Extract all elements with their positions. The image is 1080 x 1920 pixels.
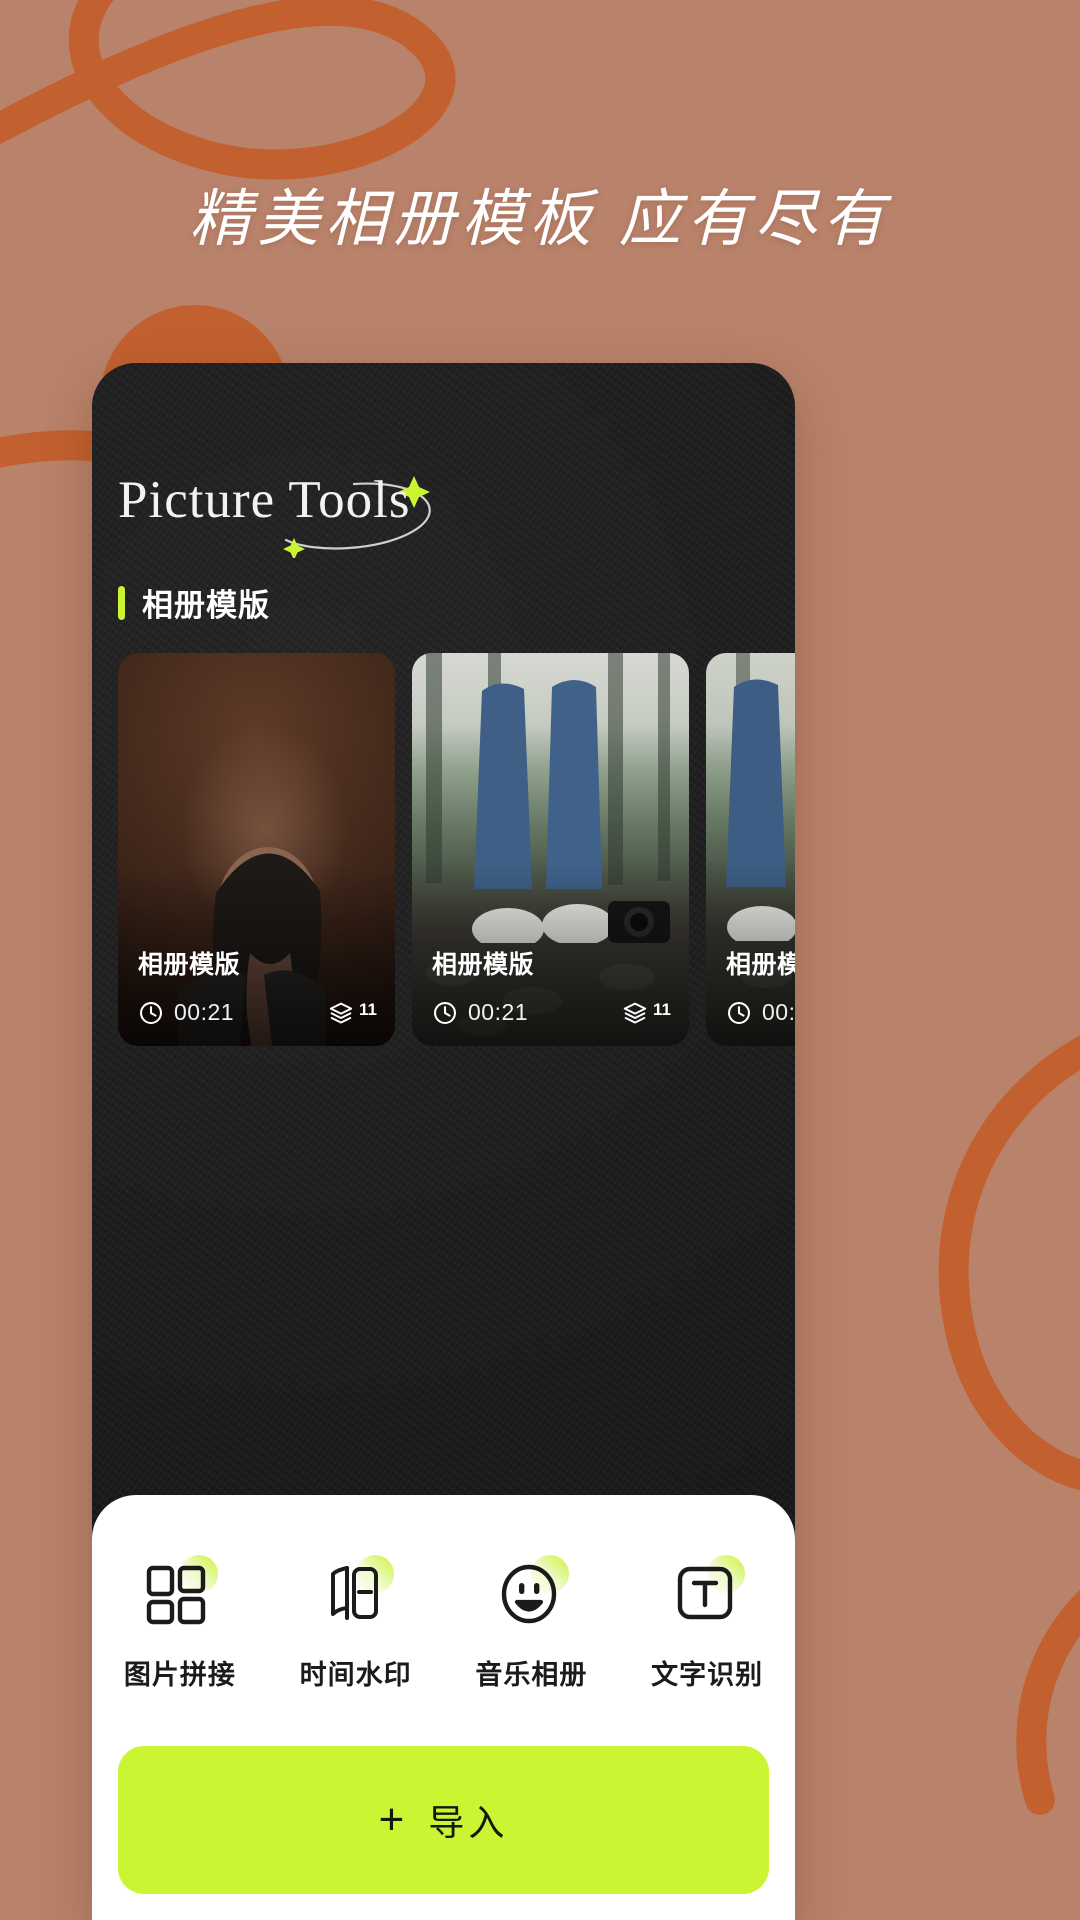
- bottom-panel: 图片拼接 时间水印 音乐相册 文字识别 + 导入: [92, 1495, 795, 1920]
- template-meta: 00:21 11: [432, 999, 671, 1026]
- layers-icon: [329, 1002, 353, 1024]
- template-title: 相册模版: [432, 951, 535, 979]
- import-button-label: 导入: [428, 1802, 509, 1843]
- app-logo: Picture Tools: [118, 466, 448, 558]
- template-card[interactable]: 相册模版 00:21: [706, 653, 795, 1046]
- layers-icon: [623, 1002, 647, 1024]
- tool-label: 时间水印: [299, 1660, 412, 1690]
- template-duration: 00:21: [762, 999, 795, 1025]
- section-accent-bar: [118, 585, 125, 620]
- smiley-icon: [456, 1547, 606, 1639]
- section-title: 相册模版: [142, 588, 270, 623]
- tool-item-collage[interactable]: 图片拼接: [105, 1547, 255, 1692]
- clock-icon: [728, 1001, 750, 1024]
- clock-icon: [434, 1001, 456, 1024]
- clock-icon: [140, 1001, 162, 1024]
- logo-text: Picture Tools: [118, 471, 411, 529]
- template-duration: 00:21: [174, 999, 235, 1025]
- template-meta: 00:21 11: [138, 999, 377, 1026]
- template-photo-count: 11: [359, 999, 377, 1019]
- template-card[interactable]: 相册模版 00:21: [412, 653, 689, 1046]
- template-photo-count: 11: [653, 999, 671, 1019]
- collage-icon: [105, 1547, 255, 1639]
- template-caption: 相册模版 00:21: [432, 945, 671, 1026]
- template-caption: 相册模版 00:21: [726, 945, 795, 1026]
- tool-grid: 图片拼接 时间水印 音乐相册 文字识别: [92, 1547, 795, 1692]
- plus-icon: +: [378, 1795, 405, 1844]
- template-title: 相册模版: [138, 951, 241, 979]
- tool-label: 音乐相册: [475, 1660, 588, 1690]
- import-button[interactable]: + 导入: [118, 1746, 769, 1894]
- template-title: 相册模版: [726, 951, 795, 979]
- text-recognize-icon: [632, 1547, 782, 1639]
- template-caption: 相册模版 00:21: [138, 945, 377, 1026]
- phone-mockup: Picture Tools 相册模版 相册模版 00:21 11 相册模版 00…: [92, 363, 795, 1920]
- tool-item-timestamp[interactable]: 时间水印: [281, 1547, 431, 1692]
- template-card[interactable]: 相册模版 00:21: [118, 653, 395, 1046]
- page-title: 精美相册模板 应有尽有: [189, 186, 891, 254]
- tool-item-text-recognition[interactable]: 文字识别: [632, 1547, 782, 1692]
- template-meta: 00:21 11: [726, 999, 795, 1026]
- section-header: 相册模版: [118, 580, 270, 625]
- stamp-icon: [281, 1547, 431, 1639]
- tool-label: 图片拼接: [123, 1660, 236, 1690]
- template-carousel[interactable]: 相册模版 00:21 11 相册模版 00:21 11 相册模 00:: [118, 653, 795, 1046]
- tool-item-music-album[interactable]: 音乐相册: [456, 1547, 606, 1692]
- template-duration: 00:21: [468, 999, 529, 1025]
- tool-label: 文字识别: [651, 1660, 764, 1690]
